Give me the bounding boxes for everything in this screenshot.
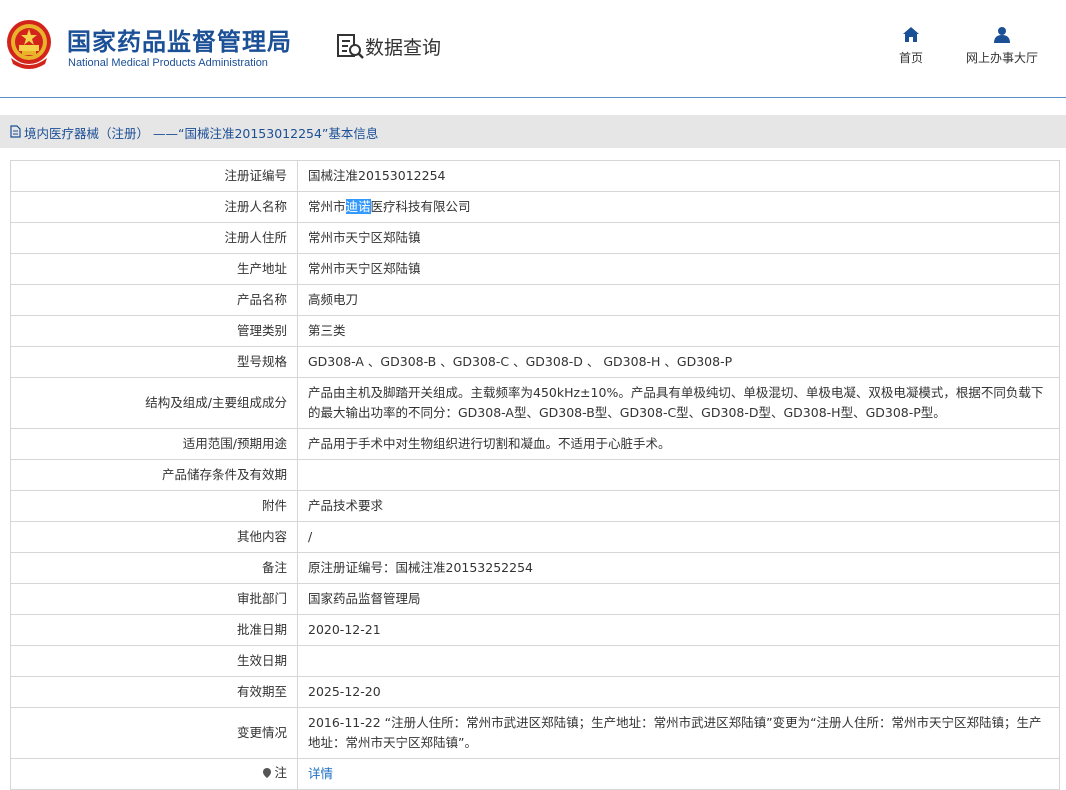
row-label: 管理类别	[10, 315, 298, 347]
row-value: 第三类	[297, 315, 1060, 347]
table-row: 注册人名称 常州市迪诺医疗科技有限公司	[10, 191, 1060, 223]
value-text: 医疗科技有限公司	[370, 199, 471, 214]
nav-home-link[interactable]: 首页	[893, 26, 929, 66]
table-row: 结构及组成/主要组成成分 产品由主机及脚踏开关组成。主载频率为450kHz±10%…	[10, 377, 1060, 429]
row-value: 2020-12-21	[297, 614, 1060, 646]
value-text: 常州市	[308, 199, 346, 214]
row-value: 2025-12-20	[297, 676, 1060, 708]
row-value: 产品技术要求	[297, 490, 1060, 522]
nav-online-service-link[interactable]: 网上办事大厅	[958, 26, 1046, 66]
table-row: 其他内容 /	[10, 521, 1060, 553]
row-value: 常州市迪诺医疗科技有限公司	[297, 191, 1060, 223]
table-row: 有效期至 2025-12-20	[10, 676, 1060, 708]
pin-icon	[263, 768, 272, 778]
row-label: 注册人名称	[10, 191, 298, 223]
row-value	[297, 459, 1060, 491]
row-label: 适用范围/预期用途	[10, 428, 298, 460]
row-label: 其他内容	[10, 521, 298, 553]
table-row: 审批部门 国家药品监督管理局	[10, 583, 1060, 615]
row-label-text: 注	[274, 765, 287, 780]
table-row: 备注 原注册证编号：国械注准20153252254	[10, 552, 1060, 584]
row-label: 注册人住所	[10, 222, 298, 254]
user-icon	[994, 27, 1010, 43]
nav-home-label: 首页	[898, 51, 923, 65]
section-title: 数据查询	[365, 37, 442, 59]
row-value: 常州市天宁区郑陆镇	[297, 253, 1060, 285]
row-value: 产品用于手术中对生物组织进行切割和凝血。不适用于心脏手术。	[297, 428, 1060, 460]
row-label: 产品储存条件及有效期	[10, 459, 298, 491]
row-label: 生产地址	[10, 253, 298, 285]
selected-text: 迪诺	[345, 199, 371, 214]
site-header: 国家药品监督管理局 National Medical Products Admi…	[0, 0, 1066, 98]
table-row: 生效日期	[10, 645, 1060, 677]
details-link[interactable]: 详情	[308, 766, 333, 781]
home-icon	[903, 27, 919, 42]
row-value: /	[297, 521, 1060, 553]
table-row: 注册人住所 常州市天宁区郑陆镇	[10, 222, 1060, 254]
table-row: 管理类别 第三类	[10, 315, 1060, 347]
row-value: 高频电刀	[297, 284, 1060, 316]
row-label: 变更情况	[10, 707, 298, 759]
breadcrumb: 境内医疗器械（注册） ——“国械注准20153012254”基本信息	[0, 115, 1066, 148]
row-label: 注册证编号	[10, 160, 298, 192]
note-label: 注	[262, 763, 287, 783]
document-icon	[10, 125, 21, 138]
row-value: 原注册证编号：国械注准20153252254	[297, 552, 1060, 584]
table-row: 批准日期 2020-12-21	[10, 614, 1060, 646]
table-row: 注 详情	[10, 758, 1060, 790]
table-row: 附件 产品技术要求	[10, 490, 1060, 522]
row-value: 国家药品监督管理局	[297, 583, 1060, 615]
table-row: 型号规格 GD308-A 、GD308-B 、GD308-C 、GD308-D 、…	[10, 346, 1060, 378]
row-label: 附件	[10, 490, 298, 522]
row-value: GD308-A 、GD308-B 、GD308-C 、GD308-D 、 GD3…	[297, 346, 1060, 378]
table-row: 变更情况 2016-11-22 “注册人住所：常州市武进区郑陆镇；生产地址：常州市…	[10, 707, 1060, 759]
national-emblem-icon	[7, 20, 51, 69]
row-label: 批准日期	[10, 614, 298, 646]
table-row: 产品名称 高频电刀	[10, 284, 1060, 316]
row-label: 注	[10, 758, 298, 790]
row-label: 型号规格	[10, 346, 298, 378]
row-value	[297, 645, 1060, 677]
breadcrumb-text: 境内医疗器械（注册） ——“国械注准20153012254”基本信息	[24, 126, 379, 141]
row-value: 2016-11-22 “注册人住所：常州市武进区郑陆镇；生产地址：常州市武进区郑…	[297, 707, 1060, 759]
registration-info-table: 注册证编号 国械注准20153012254 注册人名称 常州市迪诺医疗科技有限公司 注册…	[10, 160, 1060, 790]
row-label: 生效日期	[10, 645, 298, 677]
row-label: 产品名称	[10, 284, 298, 316]
org-name-cn: 国家药品监督管理局	[67, 28, 292, 56]
row-label: 结构及组成/主要组成成分	[10, 377, 298, 429]
row-value: 详情	[297, 758, 1060, 790]
row-label: 有效期至	[10, 676, 298, 708]
row-value: 国械注准20153012254	[297, 160, 1060, 192]
table-row: 产品储存条件及有效期	[10, 459, 1060, 491]
nav-online-service-label: 网上办事大厅	[965, 51, 1038, 65]
table-row: 生产地址 常州市天宁区郑陆镇	[10, 253, 1060, 285]
table-row: 适用范围/预期用途 产品用于手术中对生物组织进行切割和凝血。不适用于心脏手术。	[10, 428, 1060, 460]
row-label: 审批部门	[10, 583, 298, 615]
row-label: 备注	[10, 552, 298, 584]
header-divider	[0, 97, 1066, 98]
row-value: 常州市天宁区郑陆镇	[297, 222, 1060, 254]
org-name-en: National Medical Products Administration	[68, 57, 268, 69]
row-value: 产品由主机及脚踏开关组成。主载频率为450kHz±10%。产品具有单极纯切、单极…	[297, 377, 1060, 429]
table-row: 注册证编号 国械注准20153012254	[10, 160, 1060, 192]
data-query-icon	[337, 34, 364, 59]
